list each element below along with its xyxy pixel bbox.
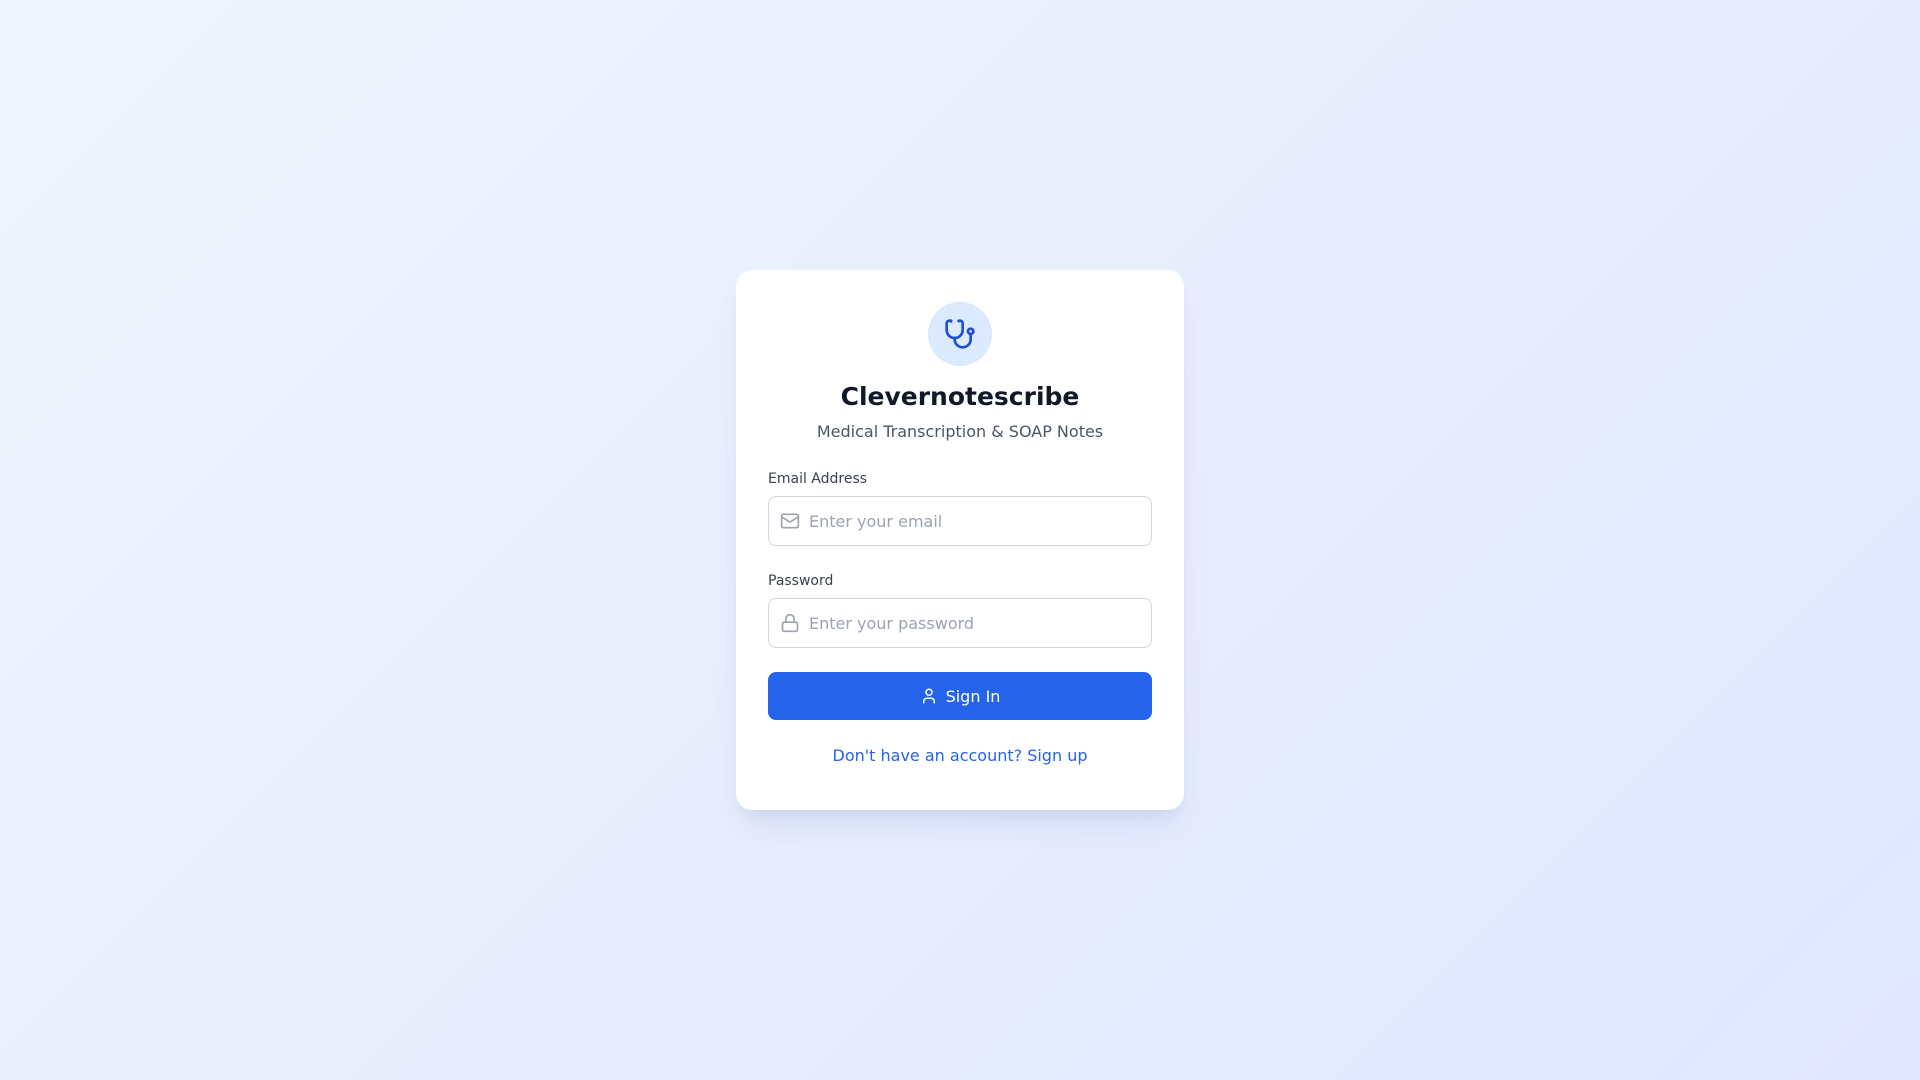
- stethoscope-icon: [945, 319, 975, 349]
- lock-icon: [780, 613, 800, 633]
- mail-icon: [780, 511, 800, 531]
- user-icon: [920, 687, 938, 705]
- password-input[interactable]: [809, 599, 1139, 647]
- email-input[interactable]: [809, 497, 1139, 545]
- sign-in-label: Sign In: [945, 686, 1001, 706]
- signup-row: Don't have an account? Sign up: [768, 746, 1152, 766]
- password-label: Password: [768, 573, 834, 589]
- app-subtitle: Medical Transcription & SOAP Notes: [816, 422, 1104, 441]
- login-card: Clevernotescribe Medical Transcription &…: [736, 270, 1184, 810]
- password-input-wrapper[interactable]: [768, 598, 1152, 648]
- email-field-group: Email Address: [768, 470, 1152, 546]
- email-input-wrapper[interactable]: [768, 496, 1152, 546]
- logo-badge: [928, 302, 992, 366]
- signup-link[interactable]: Don't have an account? Sign up: [833, 746, 1088, 765]
- password-field-group: Password: [768, 572, 1152, 648]
- app-title: Clevernotescribe: [840, 382, 1080, 411]
- sign-in-button[interactable]: Sign In: [768, 672, 1152, 720]
- email-label: Email Address: [768, 471, 868, 487]
